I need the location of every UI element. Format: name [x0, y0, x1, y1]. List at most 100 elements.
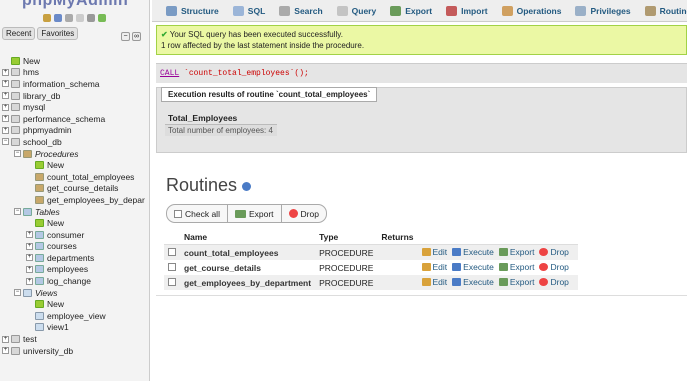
tab-operations[interactable]: Operations	[496, 1, 568, 21]
sql-query-box[interactable]: CALL `count_total_employees`();	[156, 63, 687, 83]
execute-action[interactable]: Execute	[452, 277, 494, 287]
expand-toggle-icon[interactable]: −	[2, 138, 9, 146]
tree-item[interactable]: + hms	[0, 67, 149, 79]
collapse-all-icon[interactable]: −	[121, 32, 130, 41]
expand-toggle-icon[interactable]: +	[26, 265, 33, 273]
tree-item[interactable]: + university_db	[0, 345, 149, 357]
tree-item[interactable]: view1	[0, 322, 149, 334]
tree-item[interactable]: New	[0, 55, 149, 67]
expand-toggle-icon[interactable]: +	[2, 80, 9, 88]
export-action[interactable]: Export	[498, 247, 535, 257]
docs-icon[interactable]	[76, 14, 84, 22]
tree-item[interactable]: + employees	[0, 264, 149, 276]
tree-item[interactable]: − Views	[0, 287, 149, 299]
sql-keyword[interactable]: CALL	[160, 69, 179, 78]
tree-item[interactable]: New	[0, 217, 149, 229]
table-icon	[35, 265, 44, 274]
help-icon[interactable]	[242, 181, 252, 191]
tree-item[interactable]: + log_change	[0, 275, 149, 287]
home-icon[interactable]	[43, 14, 51, 22]
returns-header[interactable]: Returns	[377, 230, 418, 245]
action-label: Export	[509, 247, 535, 257]
recent-tab[interactable]: Recent	[2, 27, 36, 40]
logo[interactable]: phpMyAdmin	[0, 0, 149, 12]
expand-toggle-icon[interactable]: +	[2, 335, 9, 343]
tab-sql[interactable]: SQL	[227, 1, 271, 21]
tree-item[interactable]: + phpmyadmin	[0, 125, 149, 137]
type-header[interactable]: Type	[315, 230, 378, 245]
tree-item[interactable]: + consumer	[0, 229, 149, 241]
expand-toggle-icon[interactable]: +	[2, 92, 9, 100]
execute-action[interactable]: Execute	[452, 262, 494, 272]
expand-toggle-icon[interactable]: +	[2, 68, 9, 76]
tree-line-icon	[26, 324, 33, 331]
tree-item[interactable]: + information_schema	[0, 78, 149, 90]
row-checkbox[interactable]	[168, 262, 176, 271]
expand-toggle-icon[interactable]: +	[26, 231, 33, 239]
tree-item[interactable]: employee_view	[0, 310, 149, 322]
tree-item-label: Views	[35, 287, 58, 298]
tree-item[interactable]: + departments	[0, 252, 149, 264]
expand-toggle-icon[interactable]: +	[26, 242, 33, 250]
drop-action[interactable]: Drop	[539, 262, 569, 272]
action-label: Edit	[432, 262, 448, 272]
export-action[interactable]: Export	[498, 262, 534, 272]
tab-structure[interactable]: Structure	[160, 1, 225, 21]
tree-item[interactable]: + mysql	[0, 101, 149, 113]
export-action[interactable]: Export	[498, 277, 534, 287]
tree-item[interactable]: + performance_schema	[0, 113, 149, 125]
logout-icon[interactable]	[54, 14, 62, 22]
expand-toggle-icon[interactable]: +	[2, 347, 9, 355]
privileges-icon	[575, 5, 587, 16]
favorites-tab[interactable]: Favorites	[37, 27, 79, 40]
tree-item[interactable]: − Procedures	[0, 148, 149, 160]
tab-import[interactable]: Import	[440, 1, 493, 21]
expand-toggle-icon[interactable]: −	[14, 150, 21, 158]
edit-action[interactable]: Edit	[421, 247, 447, 257]
tab-search[interactable]: Search	[273, 1, 328, 21]
name-header[interactable]: Name	[180, 230, 316, 245]
tree-item[interactable]: + courses	[0, 241, 149, 253]
tree-item[interactable]: New	[0, 159, 149, 171]
export-button[interactable]: Export	[228, 205, 282, 222]
help-icon[interactable]	[65, 14, 73, 22]
tab-privileges[interactable]: Privileges	[569, 1, 636, 21]
expand-toggle-icon[interactable]: +	[26, 277, 33, 285]
checkbox-icon[interactable]	[174, 209, 182, 218]
drop-button[interactable]: Drop	[282, 205, 326, 222]
expand-toggle-icon[interactable]: −	[14, 208, 21, 216]
tab-routine[interactable]: Routine	[639, 1, 687, 21]
tab-query[interactable]: Query	[331, 1, 383, 21]
tree-item[interactable]: get_employees_by_depar	[0, 194, 149, 206]
top-menu: Structure SQL Search Query Export Import Opera…	[152, 0, 687, 22]
tab-export[interactable]: Export	[384, 1, 438, 21]
row-checkbox[interactable]	[168, 277, 176, 286]
expand-toggle-icon[interactable]: +	[2, 115, 9, 123]
tree-item[interactable]: + test	[0, 333, 149, 345]
row-checkbox[interactable]	[168, 247, 176, 256]
tree-item[interactable]: − school_db	[0, 136, 149, 148]
tree-item[interactable]: − Tables	[0, 206, 149, 218]
cell-returns	[377, 260, 418, 275]
edit-action[interactable]: Edit	[421, 277, 447, 287]
tree-item-label: library_db	[23, 90, 61, 101]
tree-item[interactable]: New	[0, 298, 149, 310]
check-all-button[interactable]: Check all	[167, 205, 228, 222]
expand-toggle-icon[interactable]: +	[2, 126, 9, 134]
edit-action[interactable]: Edit	[421, 262, 448, 272]
tree-item[interactable]: + library_db	[0, 90, 149, 102]
expand-toggle-icon[interactable]: −	[14, 289, 21, 297]
settings-icon[interactable]	[87, 14, 95, 22]
tree-item[interactable]: get_course_details	[0, 183, 149, 195]
tree-item[interactable]: count_total_employees	[0, 171, 149, 183]
main-content: Structure SQL Search Query Export Import Opera…	[152, 0, 687, 381]
link-icon[interactable]: ∞	[132, 32, 141, 41]
reload-icon[interactable]	[98, 14, 106, 22]
new-icon	[35, 300, 44, 309]
execute-action[interactable]: Execute	[452, 247, 494, 257]
drop-icon	[288, 209, 298, 218]
drop-action[interactable]: Drop	[539, 277, 569, 287]
expand-toggle-icon[interactable]: +	[2, 103, 9, 111]
drop-action[interactable]: Drop	[539, 247, 569, 257]
expand-toggle-icon[interactable]: +	[26, 254, 33, 262]
